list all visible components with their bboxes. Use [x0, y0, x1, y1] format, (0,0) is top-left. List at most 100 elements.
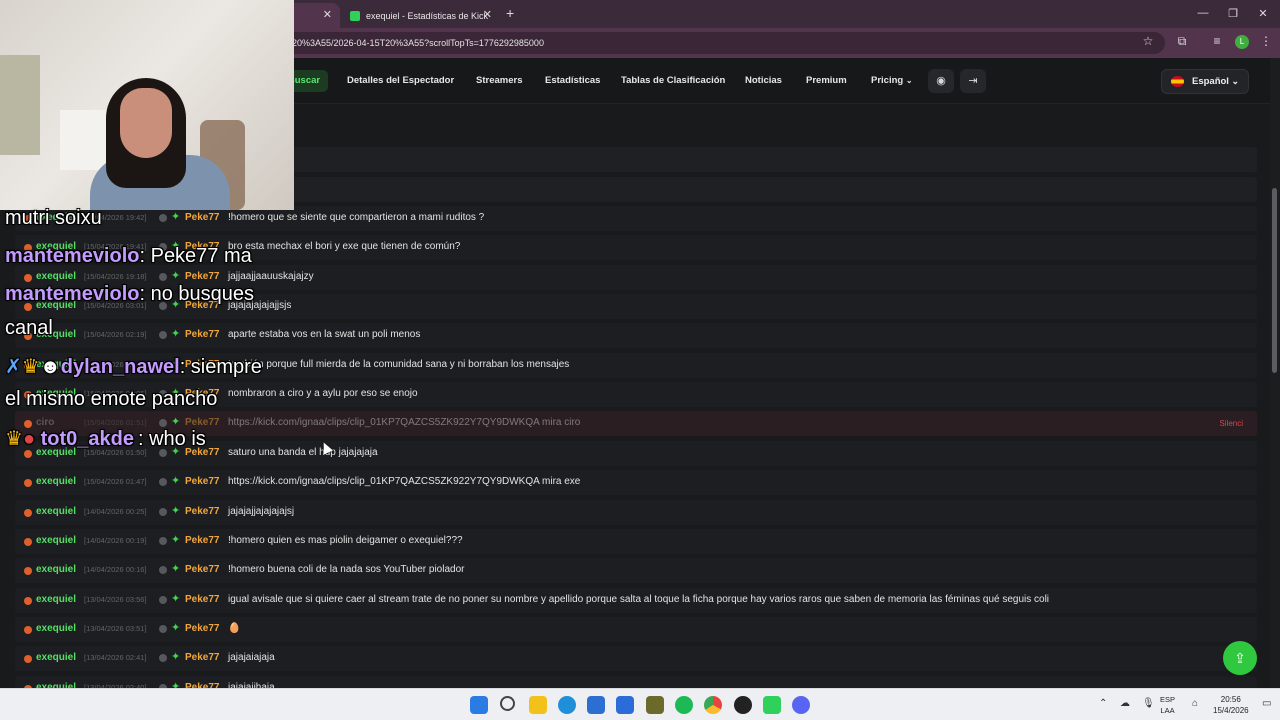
- info-icon[interactable]: [159, 331, 167, 339]
- message-text: igual avisale que si quiere caer al stre…: [228, 594, 1050, 605]
- network-icon[interactable]: ☁: [1120, 698, 1130, 709]
- username[interactable]: Peke77: [185, 594, 219, 605]
- address-bar[interactable]: 20%3A55/2026-04-15T20%3A55?scrollTopTs=1…: [240, 32, 1165, 54]
- share-button[interactable]: ⇪: [1223, 641, 1257, 675]
- spotify-icon[interactable]: [675, 696, 693, 714]
- browser-tab-kick-stats[interactable]: exequiel - Estadísticas de Kick ✕: [342, 3, 500, 28]
- system-clock[interactable]: 20:56 15/4/2026: [1213, 694, 1249, 716]
- media-control-icon[interactable]: ≡: [1208, 34, 1226, 48]
- kick-favicon-icon: [350, 10, 360, 21]
- channel-name[interactable]: exequiel: [36, 271, 76, 282]
- info-icon[interactable]: [159, 566, 167, 574]
- kick-icon[interactable]: [763, 696, 781, 714]
- notifications-icon[interactable]: ▭: [1262, 698, 1271, 709]
- restore-icon[interactable]: ❐: [1226, 7, 1240, 20]
- verified-badge-icon: ✦: [171, 270, 181, 282]
- bookmark-star-icon[interactable]: ☆: [1139, 34, 1157, 48]
- username[interactable]: Peke77: [185, 623, 219, 634]
- clock-time: 20:56: [1220, 695, 1241, 704]
- overlay-line: mutri soixu: [5, 207, 102, 230]
- username[interactable]: Peke77: [185, 652, 219, 663]
- username[interactable]: Peke77: [185, 476, 219, 487]
- timestamp: [15/04/2026 19:18]: [84, 272, 147, 281]
- outlook-icon[interactable]: [616, 696, 634, 714]
- login-icon[interactable]: ⇥: [960, 69, 986, 93]
- share-icon: ⇪: [1234, 650, 1246, 666]
- overlay-text: mutri soixu: [5, 207, 102, 229]
- message-text: https://kick.com/ignaa/clips/clip_01KP7Q…: [228, 476, 581, 487]
- start-menu-icon[interactable]: [470, 696, 488, 714]
- info-icon[interactable]: [159, 625, 167, 633]
- channel-name[interactable]: exequiel: [36, 476, 76, 487]
- tray-chevron-icon[interactable]: ⌃: [1099, 698, 1107, 709]
- input-language-indicator[interactable]: ESP LAA: [1160, 694, 1175, 716]
- channel-name[interactable]: exequiel: [36, 506, 76, 517]
- message-text: también porque full mierda de la comunid…: [228, 359, 570, 370]
- username[interactable]: Peke77: [185, 535, 219, 546]
- channel-name[interactable]: exequiel: [36, 564, 76, 575]
- profile-avatar[interactable]: L: [1235, 35, 1249, 49]
- username[interactable]: Peke77: [185, 329, 219, 340]
- close-icon[interactable]: ✕: [323, 8, 332, 21]
- wifi-icon[interactable]: ⌂: [1192, 698, 1198, 709]
- language-selector[interactable]: Español ⌄: [1161, 69, 1249, 94]
- channel-name[interactable]: exequiel: [36, 652, 76, 663]
- channel-name[interactable]: exequiel: [36, 535, 76, 546]
- nav-leaderboards[interactable]: Tablas de Clasificación: [621, 75, 725, 86]
- info-icon[interactable]: [159, 478, 167, 486]
- app-icon[interactable]: [646, 696, 664, 714]
- minimize-icon[interactable]: —: [1196, 7, 1210, 19]
- store-icon[interactable]: [587, 696, 605, 714]
- chevron-down-icon: ⌄: [1231, 76, 1239, 86]
- status-badge: Silenci: [1219, 419, 1243, 428]
- channel-name[interactable]: exequiel: [36, 594, 76, 605]
- verified-badge-icon: ✦: [171, 622, 181, 634]
- nav-premium[interactable]: Premium: [806, 75, 847, 86]
- nav-statistics[interactable]: Estadísticas: [545, 75, 600, 86]
- new-tab-icon[interactable]: +: [506, 5, 514, 21]
- channel-name[interactable]: exequiel: [36, 623, 76, 634]
- username[interactable]: Peke77: [185, 271, 219, 282]
- nav-pricing[interactable]: Pricing ⌄: [871, 75, 913, 86]
- nav-viewer-details[interactable]: Detalles del Espectador: [347, 75, 454, 86]
- message-text: aparte estaba vos en la swat un poli men…: [228, 329, 421, 340]
- username[interactable]: Peke77: [185, 506, 219, 517]
- overlay-text: el mismo emote pancho: [5, 388, 218, 410]
- info-icon[interactable]: [159, 596, 167, 604]
- search-icon[interactable]: [500, 696, 515, 711]
- verified-badge-icon: ✦: [171, 534, 181, 546]
- info-icon[interactable]: [159, 537, 167, 545]
- username[interactable]: Peke77: [185, 212, 219, 223]
- nav-pricing-label: Pricing: [871, 75, 904, 86]
- edge-icon[interactable]: [558, 696, 576, 714]
- extensions-icon[interactable]: ⧉: [1173, 34, 1191, 49]
- nav-news[interactable]: Noticias: [745, 75, 782, 86]
- channel-avatar-icon: [24, 655, 32, 663]
- discord-taskbar-icon[interactable]: [792, 696, 810, 714]
- page-scrollbar[interactable]: [1270, 58, 1280, 688]
- info-icon[interactable]: [159, 273, 167, 281]
- clock-date: 15/4/2026: [1213, 706, 1249, 715]
- info-icon[interactable]: [159, 654, 167, 662]
- wrench-badge-icon: ✗: [5, 356, 22, 378]
- browser-menu-icon[interactable]: ⋮: [1257, 34, 1275, 48]
- username[interactable]: Peke77: [185, 564, 219, 575]
- obs-icon[interactable]: [734, 696, 752, 714]
- window-close-icon[interactable]: ✕: [1256, 7, 1270, 20]
- microphone-icon[interactable]: 🎙: [1142, 698, 1155, 709]
- crown-badge-icon: ♛: [5, 428, 23, 450]
- scrollbar-thumb[interactable]: [1272, 188, 1277, 373]
- discord-icon[interactable]: ◉: [928, 69, 954, 93]
- channel-avatar-icon: [24, 479, 32, 487]
- info-icon[interactable]: [159, 508, 167, 516]
- chrome-icon[interactable]: [704, 696, 722, 714]
- webcam-shelf: [0, 55, 40, 155]
- info-icon[interactable]: [159, 214, 167, 222]
- nav-streamers[interactable]: Streamers: [476, 75, 522, 86]
- overlay-line: el mismo emote pancho: [5, 388, 217, 411]
- message-text: jajjaajjaauuskajajzy: [228, 271, 314, 282]
- chat-row: exequiel [15/04/2026 01:47] ✦ Peke77 https:/…: [15, 470, 1257, 495]
- close-icon[interactable]: ✕: [483, 8, 492, 21]
- file-explorer-icon[interactable]: [529, 696, 547, 714]
- verified-badge-icon: ✦: [171, 505, 181, 517]
